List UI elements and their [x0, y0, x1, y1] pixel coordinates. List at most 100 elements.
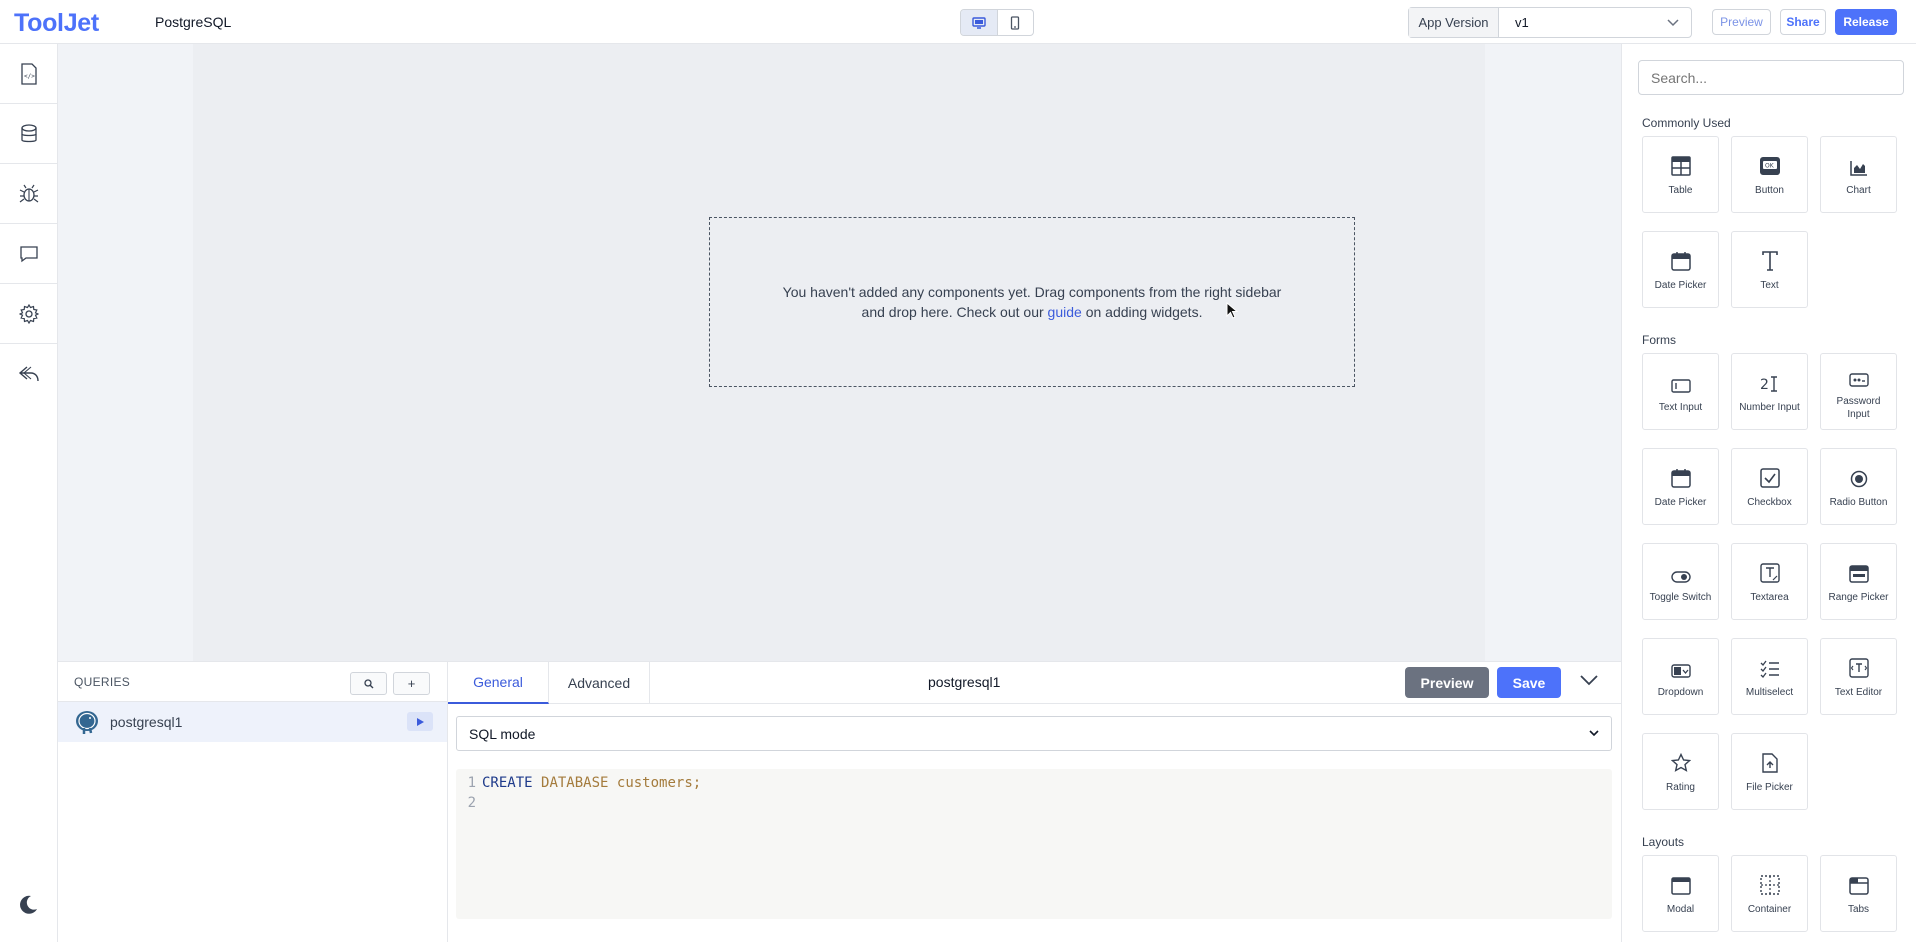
- mobile-view-button[interactable]: [996, 10, 1034, 35]
- run-query-button[interactable]: [407, 712, 433, 731]
- share-button[interactable]: Share: [1780, 9, 1826, 35]
- empty-canvas-text: and drop here. Check out our: [861, 304, 1048, 320]
- widget-text[interactable]: Text: [1731, 231, 1808, 308]
- release-button[interactable]: Release: [1835, 9, 1897, 35]
- widget-table[interactable]: Table: [1642, 136, 1719, 213]
- sidebar-item-pages[interactable]: </>: [0, 44, 57, 104]
- sidebar-item-comments[interactable]: [0, 224, 57, 284]
- sql-identifier: customers: [616, 775, 693, 791]
- widget-label: Radio Button: [1829, 497, 1888, 508]
- widget-text-input[interactable]: Text Input: [1642, 353, 1719, 430]
- text-editor-icon: [1848, 654, 1869, 678]
- widget-password-input[interactable]: Password Input: [1820, 353, 1897, 430]
- sql-mode-select[interactable]: SQL mode: [456, 716, 1612, 751]
- dropdown-icon: [1670, 654, 1691, 678]
- tabs-icon: [1848, 871, 1869, 895]
- line-number: 1: [467, 775, 476, 791]
- widget-button[interactable]: OK Button: [1731, 136, 1808, 213]
- app-version-dropdown[interactable]: v1: [1499, 8, 1691, 37]
- widget-rating[interactable]: Rating: [1642, 733, 1719, 810]
- widget-toggle-switch[interactable]: Toggle Switch: [1642, 543, 1719, 620]
- app-name[interactable]: PostgreSQL: [155, 14, 231, 30]
- guide-link[interactable]: guide: [1048, 304, 1082, 320]
- widget-label: Toggle Switch: [1649, 592, 1712, 603]
- widget-date-picker-form[interactable]: Date Picker: [1642, 448, 1719, 525]
- widget-label: Textarea: [1750, 592, 1789, 603]
- query-list-item[interactable]: postgresql1: [58, 702, 447, 742]
- app-version-selector[interactable]: App Version v1: [1408, 7, 1692, 38]
- play-icon: [416, 717, 424, 726]
- widget-date-picker[interactable]: Date Picker: [1642, 231, 1719, 308]
- checkbox-icon: [1759, 464, 1780, 488]
- widget-textarea[interactable]: Textarea: [1731, 543, 1808, 620]
- preview-button[interactable]: Preview: [1712, 9, 1771, 35]
- toggle-icon: [1670, 559, 1691, 583]
- widget-multiselect[interactable]: Multiselect: [1731, 638, 1808, 715]
- widget-file-picker[interactable]: File Picker: [1731, 733, 1808, 810]
- sql-code-editor[interactable]: 1 CREATE DATABASE customers; 2: [456, 769, 1612, 919]
- section-title-forms: Forms: [1642, 333, 1676, 347]
- widget-label: Checkbox: [1747, 497, 1792, 508]
- file-code-icon: </>: [20, 62, 37, 85]
- widget-label: Password Input: [1836, 395, 1881, 420]
- widget-search-input[interactable]: [1638, 60, 1904, 95]
- widget-checkbox[interactable]: Checkbox: [1731, 448, 1808, 525]
- query-editor: General Advanced postgresql1 Preview Sav…: [448, 661, 1621, 942]
- sidebar-item-debugger[interactable]: [0, 164, 57, 224]
- multiselect-icon: [1760, 654, 1780, 678]
- sql-mode-value: SQL mode: [469, 725, 536, 742]
- textarea-icon: [1759, 559, 1780, 583]
- query-name-title[interactable]: postgresql1: [928, 674, 1000, 690]
- comment-icon: [19, 245, 38, 262]
- widget-label: Rating: [1666, 782, 1695, 793]
- tab-general[interactable]: General: [448, 662, 549, 704]
- star-icon: [1670, 749, 1691, 773]
- widget-label: Modal: [1666, 904, 1695, 915]
- code-line: 1 CREATE DATABASE customers;: [456, 773, 1612, 793]
- sql-keyword: CREATE: [482, 775, 533, 791]
- gear-icon: [18, 303, 39, 324]
- widget-radio-button[interactable]: Radio Button: [1820, 448, 1897, 525]
- widget-text-editor[interactable]: Text Editor: [1820, 638, 1897, 715]
- widget-label: Date Picker: [1654, 497, 1707, 508]
- widget-label: Text Editor: [1834, 687, 1883, 698]
- sidebar-item-back[interactable]: [0, 344, 57, 404]
- widget-label: Chart: [1846, 185, 1871, 196]
- postgresql-elephant-icon: [76, 711, 98, 734]
- app-canvas[interactable]: You haven't added any components yet. Dr…: [193, 44, 1485, 661]
- widget-number-input[interactable]: 2 Number Input: [1731, 353, 1808, 430]
- app-version-label: App Version: [1409, 8, 1499, 37]
- app-version-value: v1: [1515, 15, 1529, 30]
- sql-keyword: DATABASE: [541, 775, 609, 791]
- file-upload-icon: [1761, 749, 1778, 773]
- theme-toggle[interactable]: [17, 894, 39, 921]
- empty-canvas-line2: and drop here. Check out our guide on ad…: [783, 302, 1282, 322]
- radio-icon: [1850, 464, 1868, 488]
- bug-icon: [19, 184, 38, 202]
- mobile-icon: [1011, 15, 1020, 30]
- desktop-view-button[interactable]: [961, 10, 997, 35]
- svg-text:</>: </>: [24, 73, 35, 80]
- collapse-editor-button[interactable]: [1580, 673, 1598, 691]
- sidebar-item-settings[interactable]: [0, 284, 57, 344]
- tooljet-logo[interactable]: ToolJet: [14, 9, 99, 38]
- add-query-button[interactable]: +: [393, 672, 430, 695]
- widget-dropdown[interactable]: Dropdown: [1642, 638, 1719, 715]
- widget-tabs[interactable]: Tabs: [1820, 855, 1897, 932]
- search-queries-button[interactable]: [350, 672, 387, 695]
- query-preview-button[interactable]: Preview: [1405, 667, 1489, 698]
- chevron-down-icon: [1589, 730, 1599, 737]
- widget-label: File Picker: [1746, 782, 1793, 793]
- query-editor-tabs: General Advanced postgresql1 Preview Sav…: [448, 662, 1621, 704]
- query-save-button[interactable]: Save: [1497, 667, 1561, 698]
- tab-advanced[interactable]: Advanced: [549, 662, 650, 704]
- container-icon: [1759, 871, 1780, 895]
- sidebar-item-data-sources[interactable]: [0, 104, 57, 164]
- moon-icon: [20, 895, 37, 914]
- widget-range-picker[interactable]: Range Picker: [1820, 543, 1897, 620]
- widget-chart[interactable]: Chart: [1820, 136, 1897, 213]
- table-icon: [1670, 152, 1691, 176]
- widget-container[interactable]: Container: [1731, 855, 1808, 932]
- widget-sidebar: Commonly Used Table OK Button Chart Date…: [1621, 44, 1916, 942]
- widget-modal[interactable]: Modal: [1642, 855, 1719, 932]
